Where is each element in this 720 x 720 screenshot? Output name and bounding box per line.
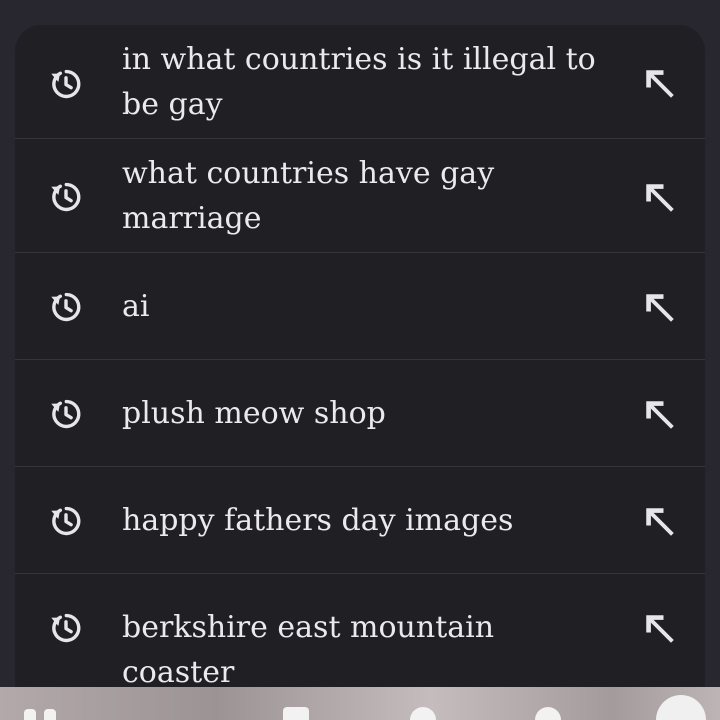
history-icon <box>51 69 81 99</box>
suggestion-text: plush meow shop <box>122 396 386 431</box>
emoji-icon[interactable] <box>410 707 436 720</box>
settings-icon[interactable] <box>535 707 561 720</box>
suggestion-text: in what countries is it illegal to be ga… <box>122 37 612 127</box>
history-icon <box>51 292 81 322</box>
arrow-up-left-icon[interactable] <box>641 610 677 646</box>
suggestion-text: berkshire east mountain coaster <box>122 610 495 687</box>
suggestion-row[interactable]: ai <box>15 253 705 360</box>
search-suggestions-panel: in what countries is it illegal to be ga… <box>15 25 705 687</box>
suggestion-text: ai <box>122 289 150 324</box>
suggestion-row[interactable]: what countries have gay marriage <box>15 139 705 253</box>
background-image-strip <box>0 687 720 720</box>
history-icon <box>51 506 81 536</box>
suggestion-row[interactable]: in what countries is it illegal to be ga… <box>15 25 705 139</box>
suggestion-row[interactable]: plush meow shop <box>15 360 705 467</box>
screen: in what countries is it illegal to be ga… <box>0 0 720 720</box>
suggestion-row[interactable]: happy fathers day images <box>15 467 705 574</box>
arrow-up-left-icon[interactable] <box>641 65 677 101</box>
suggestion-row[interactable]: berkshire east mountain coaster <box>15 574 705 687</box>
clipboard-icon[interactable] <box>283 707 309 720</box>
arrow-up-left-icon[interactable] <box>641 289 677 325</box>
suggestion-text-line-2: marriage <box>122 201 262 236</box>
history-icon <box>51 182 81 212</box>
arrow-up-left-icon[interactable] <box>641 503 677 539</box>
suggestion-text-line-1: what countries have gay <box>122 156 495 191</box>
arrow-up-left-icon[interactable] <box>641 179 677 215</box>
history-icon <box>51 399 81 429</box>
microphone-button[interactable] <box>656 695 706 720</box>
pause-icon-bar <box>44 709 56 720</box>
pause-icon[interactable] <box>24 709 36 720</box>
suggestion-text-line-1: in what countries is it illegal to <box>122 42 596 77</box>
arrow-up-left-icon[interactable] <box>641 396 677 432</box>
suggestion-text-line-2: be gay <box>122 87 223 122</box>
history-icon <box>51 613 81 643</box>
suggestion-text: what countries have gay marriage <box>122 151 612 241</box>
suggestion-text: happy fathers day images <box>122 503 514 538</box>
